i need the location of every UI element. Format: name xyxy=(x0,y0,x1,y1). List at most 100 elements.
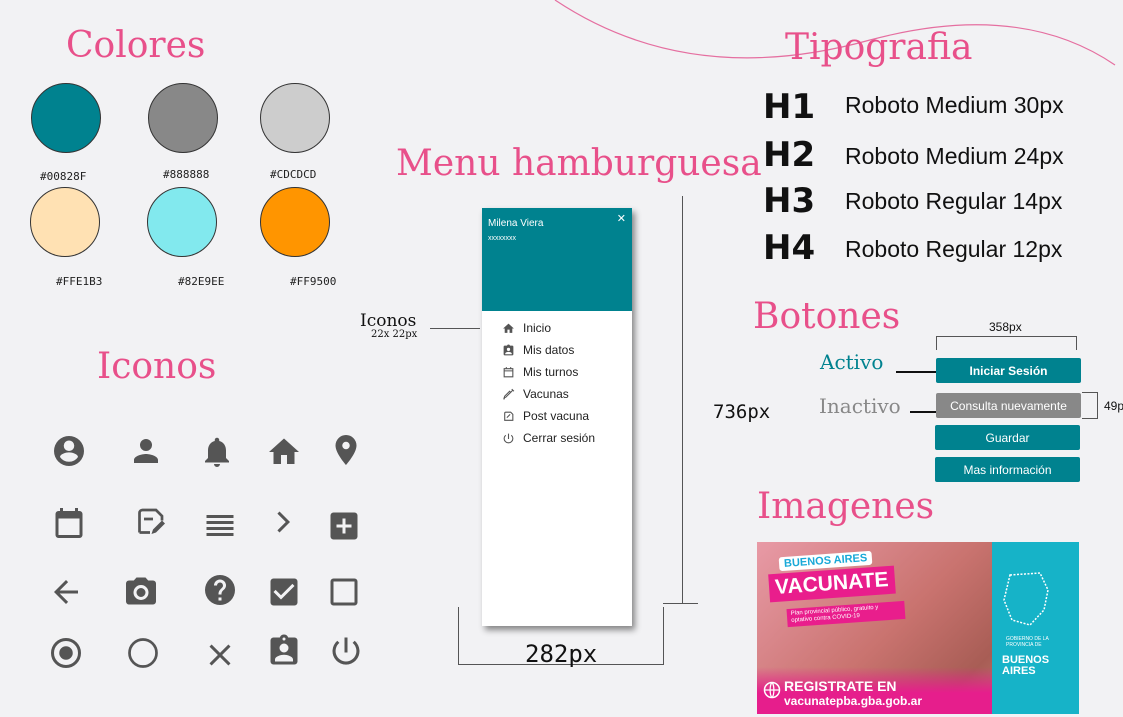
buttons-height-label: 49px xyxy=(1104,399,1123,413)
icons-annotation-size: 22x 22px xyxy=(371,329,418,340)
list-icon xyxy=(200,504,240,544)
buttons-width-dim-right xyxy=(1076,336,1077,350)
province-map-icon xyxy=(1003,572,1049,626)
active-label: Activo xyxy=(820,350,884,374)
checkbox-empty-icon xyxy=(324,572,364,612)
power-icon xyxy=(326,631,366,671)
retry-query-button[interactable]: Consulta nuevamente xyxy=(936,393,1081,418)
home-icon xyxy=(503,323,514,333)
swatch-gray-label: #888888 xyxy=(163,168,210,181)
typography-h1-desc: Roboto Medium 30px xyxy=(845,92,1064,118)
buttons-width-dim xyxy=(936,336,1077,337)
menu-item-label: Post vacuna xyxy=(523,409,590,423)
typography-h1-tag: H1 xyxy=(763,87,816,127)
banner-brand-main: VACUNATE xyxy=(768,565,896,603)
swatch-orange xyxy=(260,187,330,257)
arrow-left-icon xyxy=(46,572,86,612)
sticky-note-icon xyxy=(130,502,170,542)
width-dim-left xyxy=(458,607,459,665)
swatch-light-gray-label: #CDCDCD xyxy=(270,168,317,181)
typography-h4-tag: H4 xyxy=(763,228,816,268)
drawer-user-sub: xxxxxxxx xyxy=(488,235,516,242)
icons-annotation-line xyxy=(430,328,480,329)
swatch-cyan xyxy=(147,187,217,257)
syringe-icon xyxy=(503,388,515,400)
help-icon xyxy=(200,570,240,610)
login-button[interactable]: Iniciar Sesión xyxy=(936,358,1081,383)
banner-subtitle: Plan provincial público, gratuito y opta… xyxy=(786,600,906,628)
swatch-gray xyxy=(148,83,218,153)
buttons-width-label: 358px xyxy=(989,320,1022,334)
buttons-heading: Botones xyxy=(753,296,901,337)
width-dim-right xyxy=(663,607,664,665)
inactive-pointer-line xyxy=(910,411,936,413)
swatch-teal-label: #00828F xyxy=(40,170,87,183)
buttons-height-dim xyxy=(1097,392,1098,419)
note-icon xyxy=(504,411,514,421)
banner-url: vacunatepba.gba.gob.ar xyxy=(784,694,923,708)
swatch-cyan-label: #82E9EE xyxy=(178,275,225,288)
banner-gov-big: BUENOS AIRES xyxy=(1002,654,1050,677)
typography-h3-tag: H3 xyxy=(763,181,816,221)
menu-item-label: Mis turnos xyxy=(523,365,579,379)
swatch-orange-label: #FF9500 xyxy=(290,275,337,288)
typography-heading: Tipografia xyxy=(785,27,973,68)
menu-item-label: Mis datos xyxy=(523,343,575,357)
menu-item-label: Cerrar sesión xyxy=(523,431,596,445)
icons-heading: Iconos xyxy=(97,346,217,387)
drawer-header: Milena Viera xxxxxxxx ✕ xyxy=(482,208,632,311)
banner-blue-panel xyxy=(992,542,1079,714)
active-pointer-line xyxy=(896,371,936,373)
clipboard-user-icon xyxy=(264,631,304,671)
menu-item-vacunas[interactable]: Vacunas xyxy=(502,383,632,405)
id-badge-icon xyxy=(503,344,514,355)
banner-cta: REGISTRATE EN xyxy=(784,678,897,694)
chevron-right-icon xyxy=(264,502,304,542)
swatch-peach xyxy=(30,187,100,257)
menu-item-cerrar-sesion[interactable]: Cerrar sesión xyxy=(502,427,632,449)
drawer-mockup: Milena Viera xxxxxxxx ✕ Inicio Mis datos… xyxy=(482,208,632,626)
menu-item-label: Inicio xyxy=(523,321,552,335)
more-info-button[interactable]: Mas información xyxy=(935,457,1080,482)
buttons-width-dim-left xyxy=(936,336,937,350)
menu-heading: Menu hamburguesa xyxy=(396,143,762,184)
images-heading: Imagenes xyxy=(757,486,935,527)
home-icon xyxy=(264,432,304,472)
colors-heading: Colores xyxy=(66,25,206,66)
menu-item-post-vacuna[interactable]: Post vacuna xyxy=(502,405,632,427)
menu-item-label: Vacunas xyxy=(523,387,569,401)
menu-item-mis-datos[interactable]: Mis datos xyxy=(502,339,632,361)
buttons-height-dim-top xyxy=(1082,392,1098,393)
typography-h2-tag: H2 xyxy=(763,135,816,175)
swatch-peach-label: #FFE1B3 xyxy=(56,275,103,288)
power-icon xyxy=(503,433,514,443)
menu-item-mis-turnos[interactable]: Mis turnos xyxy=(502,361,632,383)
account-circle-icon xyxy=(49,431,89,471)
medical-plus-icon xyxy=(324,506,364,546)
person-icon xyxy=(126,431,166,471)
radio-empty-icon xyxy=(123,633,163,673)
drawer-user-name: Milena Viera xyxy=(488,218,544,229)
checkbox-checked-icon xyxy=(264,572,304,612)
swatch-light-gray xyxy=(260,83,330,153)
buttons-height-dim-bottom xyxy=(1082,418,1098,419)
icons-annotation-label: Iconos xyxy=(360,311,417,331)
typography-h3-desc: Roboto Regular 14px xyxy=(845,188,1063,214)
drawer-close-icon[interactable]: ✕ xyxy=(617,212,626,225)
swatch-teal xyxy=(31,83,101,153)
close-icon xyxy=(200,635,240,675)
vaccination-banner-image: GOBIERNO DE LA PROVINCIA DE BUENOS AIRES… xyxy=(757,542,1079,714)
camera-icon xyxy=(121,571,161,611)
height-dim-foot xyxy=(663,603,698,604)
save-button[interactable]: Guardar xyxy=(935,425,1080,450)
globe-icon xyxy=(763,681,781,699)
inactive-label: Inactivo xyxy=(819,394,901,418)
width-dim-label: 282px xyxy=(525,640,598,668)
menu-item-inicio[interactable]: Inicio xyxy=(502,317,632,339)
location-pin-icon xyxy=(326,430,366,470)
radio-checked-icon xyxy=(46,633,86,673)
banner-gov-small: GOBIERNO DE LA PROVINCIA DE xyxy=(1006,636,1049,648)
typography-h4-desc: Roboto Regular 12px xyxy=(845,236,1063,262)
bell-icon xyxy=(197,432,237,472)
height-dim-line xyxy=(682,196,683,604)
